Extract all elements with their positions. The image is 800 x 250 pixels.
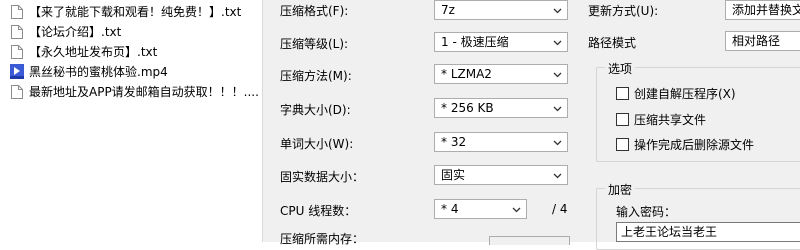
file-name: 【永久地址发布页】.txt bbox=[29, 45, 158, 59]
threads-total: / 4 bbox=[552, 202, 568, 216]
text-file-icon bbox=[11, 5, 23, 19]
file-row[interactable]: 最新地址及APP请发邮箱自动获取！！！.... bbox=[0, 82, 262, 102]
text-file-icon bbox=[11, 25, 23, 39]
options-title: 选项 bbox=[605, 60, 636, 77]
solid-select[interactable]: 固实 bbox=[434, 165, 568, 185]
update-label: 更新方式(U): bbox=[588, 4, 659, 18]
file-name: 【来了就能下载和观看！纯免费！】.txt bbox=[29, 5, 242, 19]
video-file-icon bbox=[10, 64, 24, 79]
chevron-down-icon bbox=[553, 40, 562, 46]
path-mode-label: 路径模式 bbox=[588, 36, 637, 50]
level-label: 压缩等级(L): bbox=[280, 37, 349, 51]
chevron-down-icon bbox=[553, 8, 562, 14]
word-label: 单词大小(W): bbox=[280, 137, 354, 151]
file-list: 【来了就能下载和观看！纯免费！】.txt 【论坛介绍】.txt 【永久地址发布页… bbox=[0, 0, 262, 242]
delete-after-checkbox[interactable] bbox=[616, 138, 629, 151]
file-row[interactable]: 【永久地址发布页】.txt bbox=[0, 42, 262, 62]
file-name: 黑丝秘书的蜜桃体验.mp4 bbox=[29, 65, 168, 79]
level-select[interactable]: 1 - 极速压缩 bbox=[434, 32, 568, 52]
threads-label: CPU 线程数： bbox=[280, 204, 357, 218]
password-input[interactable]: 上老王论坛当老王 bbox=[616, 222, 800, 242]
text-file-icon bbox=[11, 85, 23, 99]
chevron-down-icon bbox=[553, 72, 562, 78]
chevron-down-icon bbox=[553, 173, 562, 179]
shared-files-label: 压缩共享文件 bbox=[634, 113, 707, 127]
chevron-down-icon bbox=[553, 140, 562, 146]
method-label: 压缩方法(M): bbox=[280, 69, 352, 83]
delete-after-label: 操作完成后删除源文件 bbox=[634, 138, 755, 152]
file-row[interactable]: 【论坛介绍】.txt bbox=[0, 22, 262, 42]
encryption-title: 加密 bbox=[605, 181, 636, 198]
threads-select[interactable]: * 4 bbox=[434, 199, 527, 219]
chevron-down-icon bbox=[512, 207, 521, 213]
update-select[interactable]: 添加并替换文 bbox=[725, 0, 800, 20]
dict-select[interactable]: * 256 KB bbox=[434, 98, 568, 118]
shared-files-checkbox[interactable] bbox=[616, 113, 629, 126]
file-name: 最新地址及APP请发邮箱自动获取！！！.... bbox=[29, 85, 259, 99]
memory-value-field bbox=[489, 236, 570, 245]
solid-label: 固实数据大小： bbox=[280, 170, 365, 184]
dict-label: 字典大小(D): bbox=[280, 103, 351, 117]
method-select[interactable]: * LZMA2 bbox=[434, 64, 568, 84]
sfx-checkbox[interactable] bbox=[616, 87, 629, 100]
file-name: 【论坛介绍】.txt bbox=[29, 25, 122, 39]
chevron-down-icon bbox=[553, 106, 562, 112]
sfx-label: 创建自解压程序(X) bbox=[634, 87, 736, 101]
format-select[interactable]: 7z bbox=[434, 0, 568, 20]
memory-label: 压缩所需内存： bbox=[280, 232, 365, 246]
text-file-icon bbox=[11, 45, 23, 59]
word-select[interactable]: * 32 bbox=[434, 132, 568, 152]
password-label: 输入密码： bbox=[616, 205, 677, 219]
archive-dialog: 压缩格式(F): 7z 压缩等级(L): 1 - 极速压缩 压缩方法(M): *… bbox=[263, 0, 800, 250]
format-label: 压缩格式(F): bbox=[280, 4, 349, 18]
path-mode-select[interactable]: 相对路径 bbox=[725, 31, 800, 51]
file-row[interactable]: 【来了就能下载和观看！纯免费！】.txt bbox=[0, 2, 262, 22]
file-row[interactable]: 黑丝秘书的蜜桃体验.mp4 bbox=[0, 62, 262, 82]
